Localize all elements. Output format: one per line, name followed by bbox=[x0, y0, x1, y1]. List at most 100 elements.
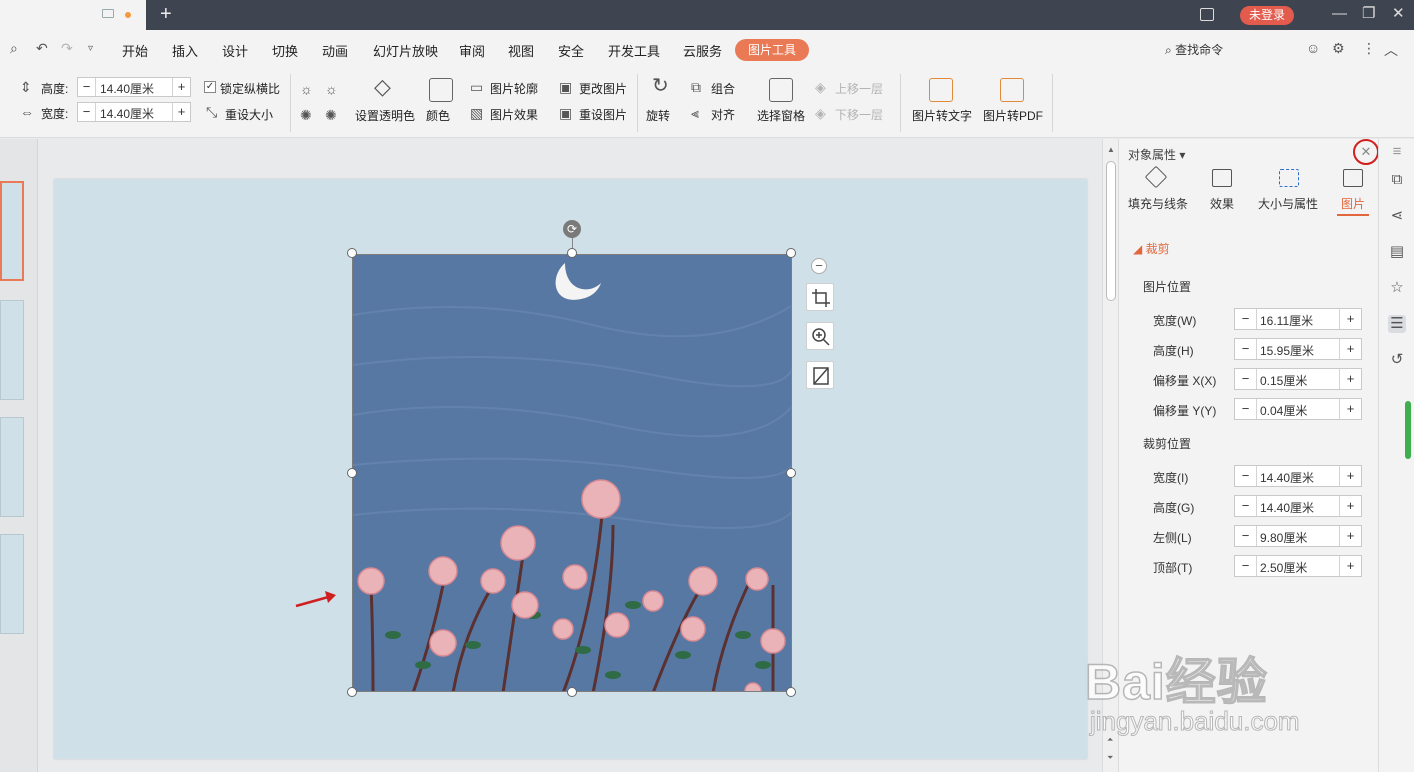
tab-fill-line[interactable]: 填充与线条 bbox=[1128, 195, 1188, 212]
property-stepper[interactable]: −0.04厘米 + bbox=[1234, 398, 1362, 420]
decrease-button[interactable]: − bbox=[1235, 496, 1257, 516]
gear-icon[interactable]: ⚙ bbox=[1332, 40, 1345, 57]
menu-cloud[interactable]: 云服务 bbox=[683, 41, 722, 60]
resize-handle[interactable] bbox=[567, 687, 577, 697]
scroll-page-down-icon[interactable]: ⏷ bbox=[1107, 753, 1113, 763]
property-stepper[interactable]: −0.15厘米 + bbox=[1234, 368, 1362, 390]
more-icon[interactable]: ⋮ bbox=[1362, 40, 1376, 57]
menu-animation[interactable]: 动画 bbox=[322, 41, 348, 60]
property-value[interactable]: 14.40厘米 bbox=[1260, 469, 1314, 486]
increase-button[interactable]: + bbox=[1339, 556, 1361, 576]
bring-forward-button[interactable]: 上移一层 bbox=[835, 80, 883, 97]
resize-handle[interactable] bbox=[786, 687, 796, 697]
minimize-icon[interactable]: — bbox=[1332, 4, 1347, 24]
menu-view[interactable]: 视图 bbox=[508, 41, 534, 60]
scroll-page-up-icon[interactable]: ⏶ bbox=[1107, 735, 1113, 745]
tab-picture[interactable]: 图片 bbox=[1341, 195, 1365, 212]
increase-button[interactable]: + bbox=[1339, 466, 1361, 486]
property-value[interactable]: 15.95厘米 bbox=[1260, 342, 1314, 359]
color-button[interactable]: 颜色 bbox=[426, 107, 450, 124]
property-stepper[interactable]: −14.40厘米 + bbox=[1234, 465, 1362, 487]
menu-transition[interactable]: 切换 bbox=[272, 41, 298, 60]
property-value[interactable]: 2.50厘米 bbox=[1260, 559, 1307, 576]
crop-section-header[interactable]: ◢ 裁剪 bbox=[1133, 240, 1170, 257]
reading-mode-icon[interactable] bbox=[1200, 8, 1214, 21]
archive-icon[interactable]: ▤ bbox=[1388, 243, 1406, 261]
document-tab[interactable] bbox=[0, 0, 146, 30]
resize-handle[interactable] bbox=[347, 687, 357, 697]
crop-button[interactable] bbox=[806, 283, 834, 311]
property-stepper[interactable]: −9.80厘米 + bbox=[1234, 525, 1362, 547]
vertical-scrollbar[interactable]: ▲ ⏶ ⏷ bbox=[1102, 139, 1118, 772]
reset-size-button[interactable]: 重设大小 bbox=[225, 106, 273, 123]
pin-icon[interactable]: ☆ bbox=[1388, 279, 1406, 297]
selected-picture[interactable] bbox=[352, 254, 792, 692]
increase-button[interactable]: + bbox=[1339, 399, 1361, 419]
resize-handle[interactable] bbox=[567, 248, 577, 258]
close-window-icon[interactable]: ✕ bbox=[1392, 4, 1405, 24]
color-icon[interactable] bbox=[429, 78, 453, 102]
slide-thumbnail[interactable] bbox=[0, 300, 24, 400]
align-button[interactable]: 对齐 bbox=[711, 106, 735, 123]
decrease-button[interactable]: − bbox=[1235, 399, 1257, 419]
picture-style-button[interactable] bbox=[806, 361, 834, 389]
property-stepper[interactable]: −15.95厘米 + bbox=[1234, 338, 1362, 360]
height-decrease-button[interactable]: − bbox=[78, 78, 96, 96]
increase-button[interactable]: + bbox=[1339, 496, 1361, 516]
increase-button[interactable]: + bbox=[1339, 309, 1361, 329]
scroll-up-icon[interactable]: ▲ bbox=[1107, 145, 1115, 154]
slide-thumbnail[interactable] bbox=[0, 534, 24, 634]
menu-lines-icon[interactable]: ≡ bbox=[1388, 143, 1406, 161]
panel-title[interactable]: 对象属性 ▾ bbox=[1128, 146, 1185, 163]
decrease-button[interactable]: − bbox=[1235, 369, 1257, 389]
decrease-button[interactable]: − bbox=[1235, 466, 1257, 486]
menu-slideshow[interactable]: 幻灯片放映 bbox=[373, 41, 438, 60]
height-increase-button[interactable]: + bbox=[172, 78, 190, 96]
property-stepper[interactable]: −14.40厘米 + bbox=[1234, 495, 1362, 517]
menu-home[interactable]: 开始 bbox=[122, 41, 148, 60]
restore-icon[interactable]: ❐ bbox=[1362, 4, 1375, 24]
increase-button[interactable]: + bbox=[1339, 339, 1361, 359]
group-button[interactable]: 组合 bbox=[711, 80, 735, 97]
resize-handle[interactable] bbox=[786, 468, 796, 478]
scroll-thumb[interactable] bbox=[1106, 161, 1116, 301]
menu-security[interactable]: 安全 bbox=[558, 41, 584, 60]
menu-developer[interactable]: 开发工具 bbox=[608, 41, 660, 60]
panel-close-button[interactable]: ✕ bbox=[1353, 139, 1379, 165]
picture-effects-button[interactable]: 图片效果 bbox=[490, 106, 538, 123]
slide-thumbnail[interactable] bbox=[0, 417, 24, 517]
pic-to-pdf-button[interactable]: 图片转PDF bbox=[983, 107, 1043, 124]
brightness-up-icon[interactable]: ☼ bbox=[300, 82, 313, 96]
undo-icon[interactable]: ↶ bbox=[36, 40, 48, 57]
collapse-ribbon-icon[interactable]: ︿ bbox=[1384, 40, 1398, 60]
contrast-down-icon[interactable]: ✺ bbox=[325, 108, 337, 122]
decrease-button[interactable]: − bbox=[1235, 339, 1257, 359]
property-stepper[interactable]: −16.11厘米 + bbox=[1234, 308, 1362, 330]
decrease-button[interactable]: − bbox=[1235, 309, 1257, 329]
pic-to-pdf-icon[interactable] bbox=[1000, 78, 1024, 102]
share-icon[interactable]: ⋖ bbox=[1388, 207, 1406, 225]
pic-to-text-button[interactable]: 图片转文字 bbox=[912, 107, 972, 124]
resize-handle[interactable] bbox=[347, 248, 357, 258]
search-command[interactable]: ⌕ 查找命令 bbox=[1165, 41, 1223, 58]
tab-effects[interactable]: 效果 bbox=[1210, 195, 1234, 212]
redo-icon[interactable]: ↷ bbox=[61, 40, 73, 57]
selection-pane-button[interactable]: 选择窗格 bbox=[757, 107, 805, 124]
new-tab-plus-icon[interactable]: + bbox=[160, 3, 172, 25]
zoom-button[interactable] bbox=[806, 322, 834, 350]
history-icon[interactable]: ↺ bbox=[1388, 351, 1406, 369]
transparent-color-icon[interactable]: ◇ bbox=[374, 76, 391, 98]
property-value[interactable]: 0.15厘米 bbox=[1260, 372, 1307, 389]
change-picture-button[interactable]: 更改图片 bbox=[579, 80, 627, 97]
collapse-tools-icon[interactable]: − bbox=[811, 258, 827, 274]
rotate-button[interactable]: 旋转 bbox=[646, 107, 670, 124]
menu-design[interactable]: 设计 bbox=[222, 41, 248, 60]
resize-handle[interactable] bbox=[786, 248, 796, 258]
property-value[interactable]: 9.80厘米 bbox=[1260, 529, 1307, 546]
sidebar-scroll-indicator[interactable] bbox=[1405, 401, 1411, 459]
menu-review[interactable]: 审阅 bbox=[459, 41, 485, 60]
slide-thumbnail[interactable] bbox=[0, 181, 24, 281]
properties-icon[interactable]: ☰ bbox=[1388, 315, 1406, 333]
width-value[interactable]: 14.40厘米 bbox=[100, 105, 154, 122]
resize-handle[interactable] bbox=[347, 468, 357, 478]
